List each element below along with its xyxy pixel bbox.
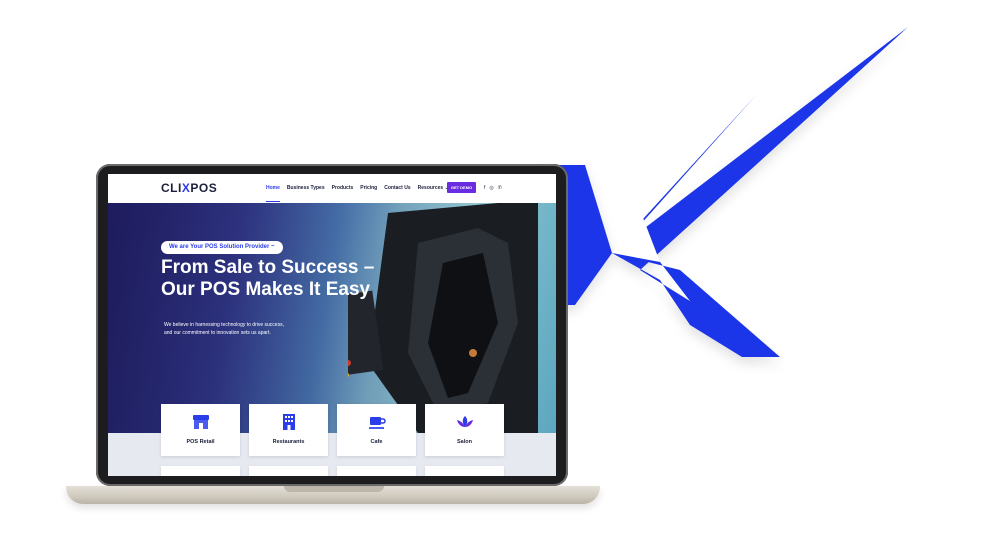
hero-badge: We are Your POS Solution Provider ~ (161, 241, 283, 254)
nav-item-resources[interactable]: Resources ⌄ (418, 185, 449, 202)
subtext-line-1: We believe in harnessing technology to d… (164, 322, 284, 328)
card-placeholder[interactable] (425, 466, 504, 476)
clixpos-logo[interactable]: CLIXPOS (161, 181, 217, 195)
business-type-cards: POS Retail Restaurants Cafe Salon (161, 404, 504, 456)
business-type-cards-row-2 (161, 466, 504, 476)
card-restaurants[interactable]: Restaurants (249, 404, 328, 456)
card-label: Salon (457, 439, 472, 445)
card-cafe[interactable]: Cafe (337, 404, 416, 456)
coffee-cup-icon (369, 417, 386, 429)
card-placeholder[interactable] (337, 466, 416, 476)
nav-item-contact-us[interactable]: Contact Us (384, 185, 410, 202)
laptop-hinge-notch (284, 486, 384, 492)
nav-item-products[interactable]: Products (332, 185, 354, 202)
card-terminal-image (348, 203, 538, 433)
top-navbar: CLIXPOS Home Business Types Products Pri… (108, 174, 556, 203)
logo-text-right: POS (190, 181, 218, 195)
card-label: POS Retail (186, 439, 215, 445)
building-icon (283, 414, 295, 430)
logo-text-left: CLI (161, 181, 182, 195)
store-icon (193, 415, 209, 429)
card-label: Restaurants (272, 439, 305, 445)
card-label: Cafe (370, 439, 383, 445)
website-screen: CLIXPOS Home Business Types Products Pri… (108, 174, 556, 476)
x-stroke-main (585, 27, 908, 357)
card-placeholder[interactable] (161, 466, 240, 476)
card-placeholder[interactable] (249, 466, 328, 476)
get-demo-button[interactable]: GET DEMO (447, 182, 476, 193)
hero-section: We are Your POS Solution Provider ~ From… (108, 203, 556, 433)
whatsapp-icon[interactable]: ✆ (498, 185, 502, 191)
card-pos-retail[interactable]: POS Retail (161, 404, 240, 456)
main-menu: Home Business Types Products Pricing Con… (266, 185, 449, 202)
social-links: f ◎ ✆ (484, 185, 502, 191)
facebook-icon[interactable]: f (484, 185, 485, 191)
subtext-line-2: and our commitment to innovation sets us… (164, 330, 271, 336)
nav-item-pricing[interactable]: Pricing (360, 185, 377, 202)
lotus-icon (457, 416, 473, 427)
hero-subtext: We believe in harnessing technology to d… (164, 321, 324, 337)
nav-item-business-types[interactable]: Business Types (287, 185, 325, 202)
card-salon[interactable]: Salon (425, 404, 504, 456)
headline-line-1: From Sale to Success – (161, 257, 375, 278)
instagram-icon[interactable]: ◎ (489, 185, 493, 191)
hero-headline: From Sale to Success – Our POS Makes It … (161, 257, 421, 301)
headline-line-2: Our POS Makes It Easy (161, 279, 371, 300)
nav-item-home[interactable]: Home (266, 185, 280, 202)
